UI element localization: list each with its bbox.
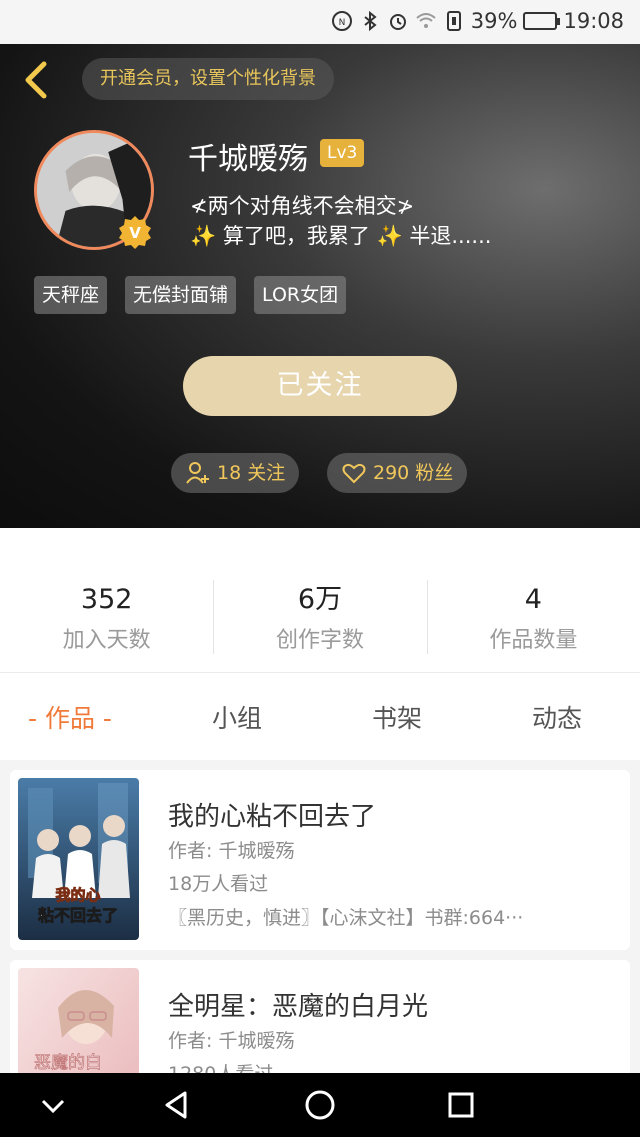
tag[interactable]: 无偿封面铺: [125, 276, 237, 314]
verified-badge-icon: V: [119, 216, 151, 249]
tag-list: 天秤座 无偿封面铺 LOR女团: [34, 276, 347, 314]
system-nav-bar: [0, 1073, 640, 1137]
tab-activity[interactable]: 动态: [532, 695, 582, 743]
back-triangle-icon[interactable]: [157, 1085, 197, 1125]
battery-icon: [523, 12, 561, 30]
stat-label: 创作字数: [275, 628, 364, 653]
book-list: 我的心 粘不回去了 我的心粘不回去了 作者: 千城暧殇 18万人看过 〖黑历史，…: [0, 760, 640, 1130]
book-cover-text: 粘不回去了: [38, 906, 118, 925]
tab-bookshelf[interactable]: 书架: [372, 695, 422, 743]
book-description: 〖黑历史，慎进〗【心沫文社】书群:664···: [168, 907, 524, 929]
status-bar: N 39% 19:08: [0, 0, 640, 44]
battery-percent: 39%: [470, 9, 518, 33]
stat-value: 352: [80, 584, 133, 615]
stat-value: 6万: [297, 584, 343, 615]
stat-days: 352 加入天数: [0, 578, 213, 658]
book-author: 作者: 千城暧殇: [168, 840, 295, 862]
user-add-icon: [186, 462, 209, 484]
book-author: 作者: 千城暧殇: [168, 1030, 295, 1052]
vip-background-prompt[interactable]: 开通会员，设置个性化背景: [82, 58, 334, 100]
clock: 19:08: [563, 9, 624, 33]
alarm-icon: [389, 14, 406, 30]
tab-groups[interactable]: 小组: [212, 695, 262, 743]
bio-line-1: ≮两个对角线不会相交≯: [190, 194, 415, 218]
stat-value: 4: [524, 584, 542, 615]
following-count: 18 关注: [217, 462, 286, 484]
book-title: 我的心粘不回去了: [168, 802, 377, 832]
stat-label: 作品数量: [489, 628, 578, 653]
book-card[interactable]: 恶魔的白 全明星：恶魔的白月光 作者: 千城暧殇 1280人看过: [10, 960, 630, 1130]
fans-button[interactable]: 290 粉丝: [327, 453, 468, 493]
bluetooth-icon: [364, 10, 377, 32]
chevron-down-icon[interactable]: [33, 1085, 73, 1125]
book-views: 18万人看过: [168, 873, 269, 895]
level-badge: Lv3: [320, 139, 365, 167]
home-circle-icon[interactable]: [300, 1085, 340, 1125]
wifi-icon: [416, 13, 436, 28]
fans-count: 290 粉丝: [373, 462, 454, 484]
tag[interactable]: 天秤座: [34, 276, 108, 314]
svg-text:N: N: [338, 18, 345, 28]
username: 千城暧殇: [188, 142, 308, 177]
stat-works: 4 作品数量: [426, 578, 640, 658]
profile-stats: 352 加入天数 6万 创作字数 4 作品数量: [0, 578, 640, 658]
bio-text-b: 半退......: [409, 224, 492, 248]
svg-text:V: V: [129, 224, 141, 242]
sim-icon: [446, 11, 461, 31]
book-title: 全明星：恶魔的白月光: [168, 992, 429, 1022]
book-cover-text: 我的心: [55, 886, 100, 904]
stat-words: 6万 创作字数: [213, 578, 426, 658]
sparkle-icon: ✨: [190, 224, 217, 248]
divider: [0, 672, 640, 673]
book-cover: 我的心 粘不回去了: [18, 778, 139, 940]
following-button[interactable]: 18 关注: [171, 453, 300, 493]
follow-button[interactable]: 已关注: [183, 356, 457, 416]
stat-label: 加入天数: [62, 628, 151, 653]
tag[interactable]: LOR女团: [254, 276, 347, 314]
bio-line-2: ✨ 算了吧，我累了 ✨ 半退......: [190, 220, 491, 250]
nfc-icon: N: [331, 11, 352, 31]
tab-bar: - 作品 - 小组 书架 动态: [0, 695, 640, 743]
heart-icon: [342, 463, 366, 484]
recent-apps-square-icon[interactable]: [441, 1085, 481, 1125]
tab-works[interactable]: - 作品 -: [28, 695, 112, 743]
book-cover-text: 恶魔的白: [34, 1053, 102, 1073]
sparkle-icon: ✨: [376, 224, 403, 248]
book-card[interactable]: 我的心 粘不回去了 我的心粘不回去了 作者: 千城暧殇 18万人看过 〖黑历史，…: [10, 770, 630, 950]
bio-text-a: 算了吧，我累了: [222, 224, 370, 248]
back-arrow-icon[interactable]: [18, 60, 54, 100]
